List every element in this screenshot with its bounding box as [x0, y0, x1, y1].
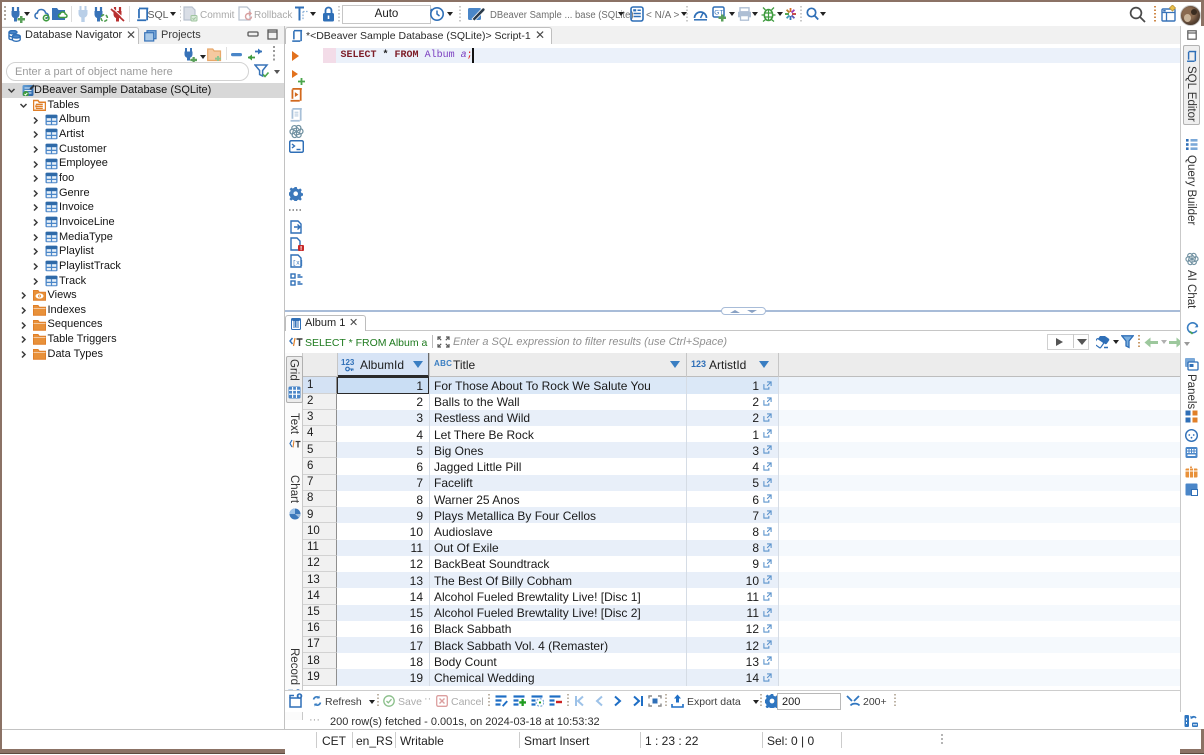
- svg-text:[x]: [x]: [292, 260, 303, 267]
